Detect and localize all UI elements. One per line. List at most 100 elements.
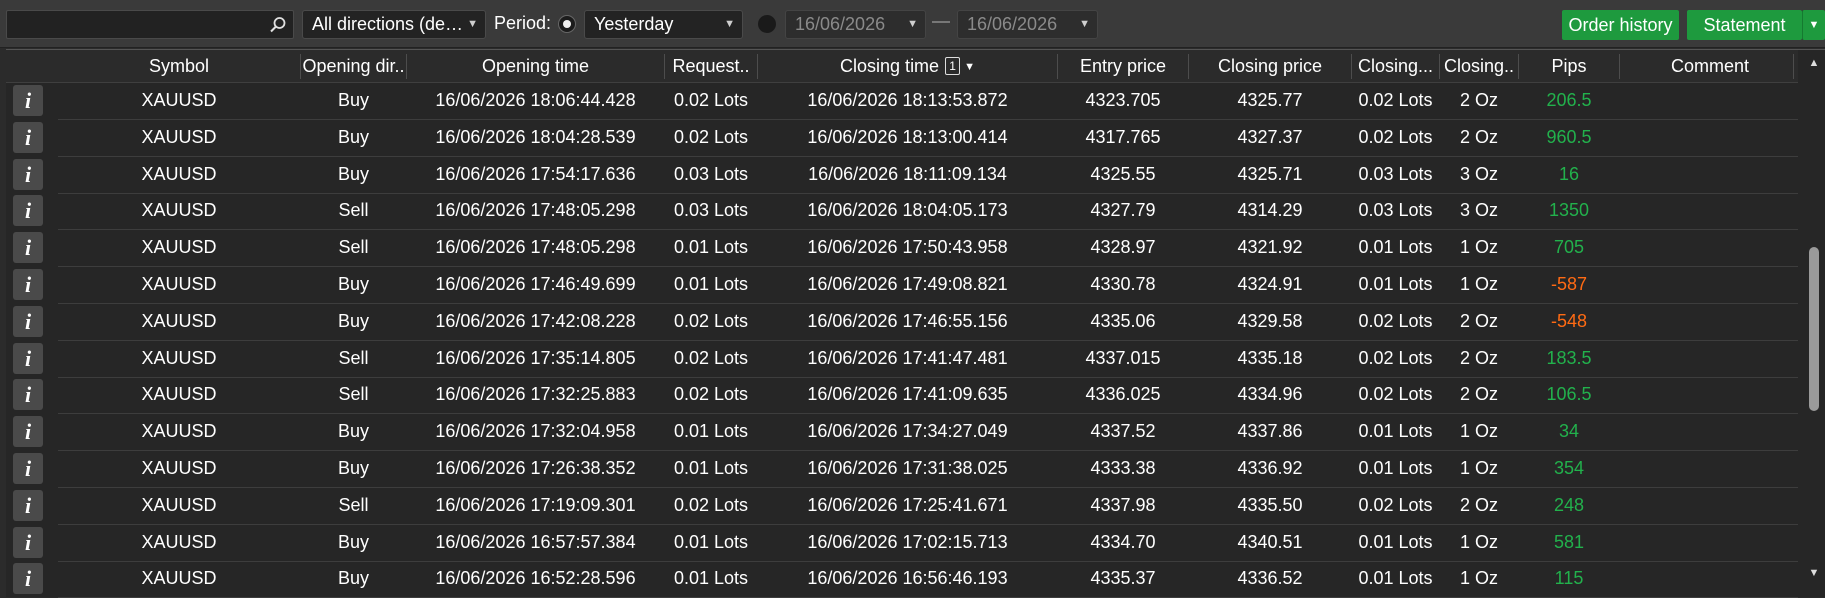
info-icon[interactable]: i xyxy=(13,122,43,153)
order-history-button[interactable]: Order history xyxy=(1562,10,1679,40)
cell-opening-direction: Buy xyxy=(337,274,370,294)
table-row[interactable]: i XAUUSD Buy 16/06/2026 17:54:17.636 0.03 Lo… xyxy=(6,157,1798,194)
cell-closing-quantity: 2 Oz xyxy=(1459,90,1498,110)
info-icon[interactable]: i xyxy=(13,563,43,594)
info-icon[interactable]: i xyxy=(13,85,43,116)
cell-opening-time: 16/06/2026 16:57:57.384 xyxy=(435,532,636,552)
cell-opening-direction: Buy xyxy=(337,311,370,331)
cell-requested: 0.01 Lots xyxy=(673,421,749,441)
header-closing-lots[interactable]: Closing... xyxy=(1352,50,1439,83)
info-icon[interactable]: i xyxy=(13,232,43,263)
cell-requested: 0.03 Lots xyxy=(673,164,749,184)
table-row[interactable]: i XAUUSD Buy 16/06/2026 18:04:28.539 0.02 Lo… xyxy=(6,120,1798,157)
table-row[interactable]: i XAUUSD Buy 16/06/2026 17:32:04.958 0.01 Lo… xyxy=(6,414,1798,451)
header-symbol[interactable]: Symbol xyxy=(58,50,300,83)
cell-opening-direction: Buy xyxy=(337,458,370,478)
date-to-picker[interactable]: 16/06/2026 ▼ xyxy=(957,10,1098,39)
search-box[interactable] xyxy=(6,10,294,39)
cell-closing-quantity: 1 Oz xyxy=(1459,458,1498,478)
header-comment[interactable]: Comment xyxy=(1620,50,1800,83)
table-row[interactable]: i XAUUSD Buy 16/06/2026 17:46:49.699 0.01 Lo… xyxy=(6,267,1798,304)
info-icon[interactable]: i xyxy=(13,306,43,337)
statement-button[interactable]: Statement xyxy=(1687,10,1802,40)
cell-closing-lots: 0.02 Lots xyxy=(1358,127,1433,147)
cell-pips: 183.5 xyxy=(1546,348,1592,368)
table-row[interactable]: i XAUUSD Sell 16/06/2026 17:32:25.883 0.02 L… xyxy=(6,377,1798,414)
table-row[interactable]: i XAUUSD Sell 16/06/2026 17:48:05.298 0.01 L… xyxy=(6,230,1798,267)
cell-closing-quantity: 2 Oz xyxy=(1459,384,1498,404)
cell-closing-price: 4324.91 xyxy=(1237,274,1303,294)
cell-closing-lots: 0.01 Lots xyxy=(1358,532,1433,552)
scrollbar-thumb[interactable] xyxy=(1809,247,1819,411)
cell-opening-time: 16/06/2026 17:48:05.298 xyxy=(435,237,636,257)
date-from-picker[interactable]: 16/06/2026 ▼ xyxy=(785,10,926,39)
info-icon[interactable]: i xyxy=(13,490,43,521)
scroll-up-icon[interactable]: ▲ xyxy=(1807,57,1821,71)
cell-closing-price: 4337.86 xyxy=(1237,421,1303,441)
table-row[interactable]: i XAUUSD Buy 16/06/2026 18:06:44.428 0.02 Lo… xyxy=(6,83,1798,120)
cell-closing-price: 4336.92 xyxy=(1237,458,1303,478)
header-pips[interactable]: Pips xyxy=(1519,50,1619,83)
cell-entry-price: 4335.37 xyxy=(1090,568,1156,588)
chevron-down-icon: ▼ xyxy=(1808,19,1820,31)
period-preset-select[interactable]: Yesterday ▼ xyxy=(584,10,743,39)
cell-pips: -548 xyxy=(1550,311,1588,331)
table-row[interactable]: i XAUUSD Buy 16/06/2026 17:26:38.352 0.01 Lo… xyxy=(6,451,1798,488)
period-preset-radio[interactable] xyxy=(558,15,576,33)
cell-comment xyxy=(1620,414,1793,451)
cell-entry-price: 4328.97 xyxy=(1090,237,1156,257)
cell-closing-price: 4340.51 xyxy=(1237,532,1303,552)
cell-opening-direction: Buy xyxy=(337,164,370,184)
cell-entry-price: 4325.55 xyxy=(1090,164,1156,184)
column-resize-handle[interactable] xyxy=(1793,54,1794,79)
direction-filter-select[interactable]: All directions (de… ▼ xyxy=(302,10,486,39)
scroll-down-icon[interactable]: ▼ xyxy=(1807,567,1821,581)
search-icon[interactable] xyxy=(269,16,287,34)
table-row[interactable]: i XAUUSD Buy 16/06/2026 17:42:08.228 0.02 Lo… xyxy=(6,304,1798,341)
cell-opening-time: 16/06/2026 16:52:28.596 xyxy=(435,568,636,588)
info-icon[interactable]: i xyxy=(13,416,43,447)
header-opening-direction[interactable]: Opening dir.. xyxy=(301,50,406,83)
vertical-scrollbar[interactable]: ▲ ▼ xyxy=(1804,55,1825,597)
statement-dropdown-button[interactable]: ▼ xyxy=(1802,10,1825,40)
cell-pips: 34 xyxy=(1558,421,1580,441)
info-icon[interactable]: i xyxy=(13,379,43,410)
custom-range-radio[interactable] xyxy=(758,15,776,33)
table-row[interactable]: i XAUUSD Buy 16/06/2026 16:57:57.384 0.01 Lo… xyxy=(6,525,1798,562)
cell-entry-price: 4333.38 xyxy=(1090,458,1156,478)
header-closing-price[interactable]: Closing price xyxy=(1189,50,1351,83)
cell-pips: 115 xyxy=(1554,568,1584,588)
table-row[interactable]: i XAUUSD Buy 16/06/2026 16:52:28.596 0.01 Lo… xyxy=(6,561,1798,598)
info-icon[interactable]: i xyxy=(13,159,43,190)
cell-closing-price: 4314.29 xyxy=(1237,200,1303,220)
table-row[interactable]: i XAUUSD Sell 16/06/2026 17:35:14.805 0.02 L… xyxy=(6,341,1798,378)
chevron-down-icon: ▼ xyxy=(724,18,735,30)
header-entry-price[interactable]: Entry price xyxy=(1058,50,1188,83)
search-input[interactable] xyxy=(7,11,293,38)
header-requested[interactable]: Request.. xyxy=(665,50,757,83)
cell-symbol: XAUUSD xyxy=(141,274,217,294)
info-icon[interactable]: i xyxy=(13,269,43,300)
table-row[interactable]: i XAUUSD Sell 16/06/2026 17:48:05.298 0.03 L… xyxy=(6,193,1798,230)
table-header: Symbol Opening dir.. Opening time Reques… xyxy=(6,50,1798,83)
cell-opening-direction: Sell xyxy=(338,495,369,515)
cell-opening-direction: Sell xyxy=(338,384,369,404)
cell-closing-quantity: 1 Oz xyxy=(1459,237,1498,257)
header-closing-time[interactable]: Closing time 1 ▼ xyxy=(758,50,1057,83)
table-row[interactable]: i XAUUSD Sell 16/06/2026 17:19:09.301 0.02 L… xyxy=(6,488,1798,525)
cell-closing-quantity: 2 Oz xyxy=(1459,495,1498,515)
header-opening-time[interactable]: Opening time xyxy=(407,50,664,83)
cell-opening-time: 16/06/2026 17:42:08.228 xyxy=(435,311,636,331)
info-icon[interactable]: i xyxy=(13,195,43,226)
header-closing-quantity[interactable]: Closing.. xyxy=(1440,50,1518,83)
cell-opening-direction: Buy xyxy=(337,90,370,110)
cell-opening-time: 16/06/2026 17:46:49.699 xyxy=(435,274,636,294)
cell-pips: 16 xyxy=(1558,164,1580,184)
info-icon[interactable]: i xyxy=(13,527,43,558)
cell-comment xyxy=(1620,120,1793,157)
cell-closing-quantity: 2 Oz xyxy=(1459,127,1498,147)
info-icon[interactable]: i xyxy=(13,343,43,374)
cell-closing-time: 16/06/2026 17:34:27.049 xyxy=(807,421,1008,441)
cell-opening-time: 16/06/2026 17:54:17.636 xyxy=(435,164,636,184)
info-icon[interactable]: i xyxy=(13,453,43,484)
